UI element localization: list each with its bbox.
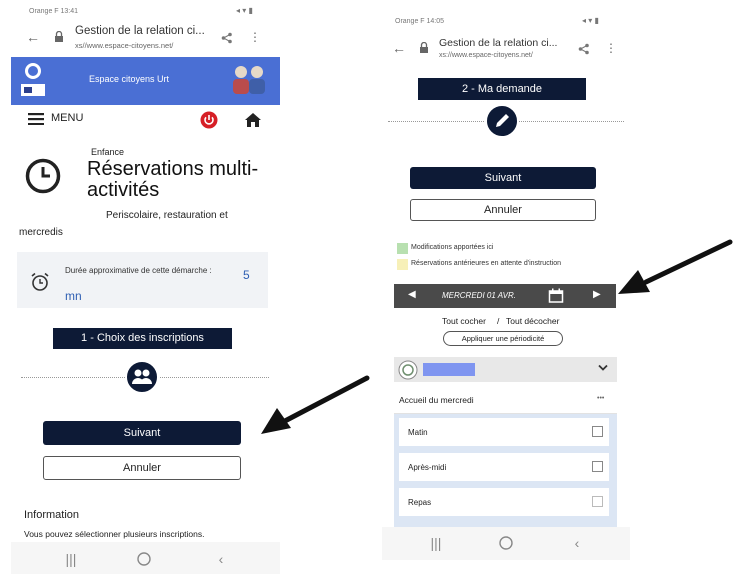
slot-label-apres-midi: Après-midi — [408, 463, 447, 472]
back-arrow-icon[interactable]: ← — [392, 41, 406, 55]
prev-day-button[interactable]: ◀ — [408, 289, 416, 300]
info-text: Vous pouvez sélectionner plusieurs inscr… — [24, 529, 205, 539]
users-step-icon — [125, 360, 159, 394]
duration-label: Durée approximative de cette démarche : — [65, 266, 212, 275]
back-nav-icon[interactable]: ‹ — [567, 534, 587, 552]
hamburger-icon[interactable] — [28, 113, 44, 125]
info-title: Information — [24, 509, 80, 521]
alarm-icon — [31, 272, 49, 291]
recents-icon[interactable]: ||| — [61, 550, 81, 568]
calendar-icon[interactable] — [548, 288, 564, 304]
next-day-button[interactable]: ▶ — [593, 289, 601, 300]
portal-name: Espace citoyens Urt — [89, 74, 170, 84]
step-label: 2 - Ma demande — [418, 78, 586, 100]
more-vert-icon[interactable]: ⋮ — [605, 41, 617, 55]
checkbox-icon[interactable] — [592, 461, 603, 472]
check-all-link[interactable]: Tout cocher — [442, 316, 486, 326]
url-text[interactable]: xs//www.espace-citoyens.net/ — [75, 41, 173, 50]
status-time: Orange F 14:05 — [395, 18, 445, 25]
clock-icon — [25, 158, 61, 194]
status-time: Orange F 13:41 — [29, 8, 79, 15]
child-avatar — [398, 360, 418, 380]
legend-green-swatch — [397, 243, 408, 254]
date-label: MERCREDI 01 AVR. — [442, 291, 516, 300]
right-phone-screen: Orange F 14:05 ◂ ▾ ▮ ← Gestion de la rel… — [382, 12, 630, 560]
left-phone-screen: Orange F 13:41 ◂ ▾ ▮ ← Gestion de la rel… — [11, 2, 280, 574]
activity-title: Accueil du mercredi — [399, 395, 474, 405]
duration-unit: mn — [65, 289, 82, 303]
check-separator: / — [497, 316, 500, 326]
back-nav-icon[interactable]: ‹ — [211, 550, 231, 568]
chevron-down-icon[interactable] — [598, 364, 608, 372]
share-icon[interactable] — [221, 32, 233, 44]
menu-label[interactable]: MENU — [51, 112, 83, 124]
uncheck-all-link[interactable]: Tout décocher — [506, 316, 559, 326]
home-icon[interactable] — [244, 112, 262, 128]
annotation-arrow-left — [261, 375, 370, 434]
users-illustration — [233, 66, 265, 94]
duration-value: 5 — [243, 268, 250, 282]
legend-yellow-swatch — [397, 259, 408, 270]
cancel-button[interactable]: Annuler — [43, 456, 241, 480]
checkbox-icon[interactable] — [592, 496, 603, 507]
slot-label-repas: Repas — [408, 498, 432, 507]
pencil-step-icon — [485, 104, 519, 138]
more-vert-icon[interactable]: ⋮ — [249, 30, 261, 44]
checkbox-icon[interactable] — [592, 426, 603, 437]
page-title-line2: activités — [87, 179, 160, 201]
cancel-button[interactable]: Annuler — [410, 199, 596, 221]
lock-icon — [55, 31, 63, 42]
next-button[interactable]: Suivant — [410, 167, 596, 189]
back-arrow-icon[interactable]: ← — [25, 30, 41, 44]
step-label: 1 - Choix des inscriptions — [53, 328, 232, 349]
next-button[interactable]: Suivant — [43, 421, 241, 445]
periodicity-button[interactable]: Appliquer une périodicité — [443, 331, 563, 346]
url-title[interactable]: Gestion de la relation ci... — [439, 37, 557, 49]
legend-green-text: Modifications apportées ici — [411, 244, 494, 251]
portal-logo — [21, 63, 45, 96]
slot-label-matin: Matin — [408, 428, 428, 437]
home-circle-icon[interactable] — [498, 535, 514, 551]
subtitle-line1: Periscolaire, restauration et — [106, 210, 228, 221]
legend-yellow-text: Réservations antérieures en attente d'in… — [411, 260, 561, 267]
users-icon — [132, 369, 152, 384]
annotation-arrow-right — [618, 239, 733, 294]
recents-icon[interactable]: ||| — [426, 534, 446, 552]
pencil-icon — [496, 114, 509, 127]
duration-box — [17, 252, 268, 308]
category-label: Enfance — [91, 147, 125, 157]
url-title[interactable]: Gestion de la relation ci... — [75, 25, 205, 37]
more-options-icon[interactable]: ••• — [597, 395, 604, 402]
lock-icon — [420, 42, 428, 53]
child-name-redacted — [423, 363, 475, 376]
status-icons: ◂ ▾ ▮ — [582, 16, 599, 25]
url-text[interactable]: xs://www.espace-citoyens.net/ — [439, 52, 533, 59]
page-title-line1: Réservations multi- — [87, 158, 259, 180]
subtitle-line2: mercredis — [19, 227, 63, 238]
power-icon[interactable] — [200, 111, 218, 129]
status-icons: ◂ ▾ ▮ — [236, 6, 253, 15]
home-circle-icon[interactable] — [136, 551, 152, 567]
share-icon[interactable] — [578, 43, 590, 55]
slot-row[interactable] — [399, 418, 609, 446]
